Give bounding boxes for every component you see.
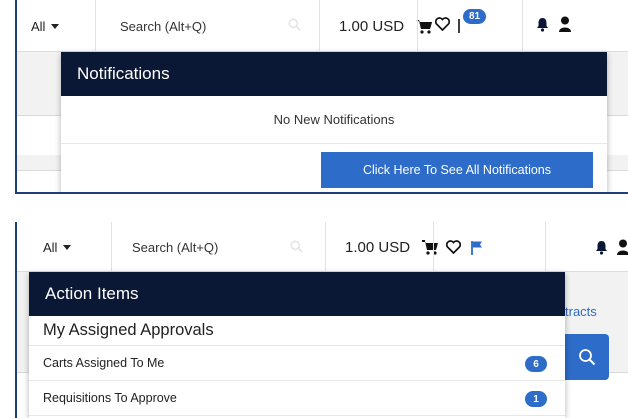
see-all-notifications-button[interactable]: Click Here To See All Notifications [321,152,593,188]
search-button[interactable] [565,334,609,380]
action-items-dropdown: Action Items My Assigned Approvals Carts… [29,272,565,418]
divider [433,222,434,272]
search-scope-label: All [43,239,58,255]
notifications-title: Notifications [61,52,607,96]
divider [319,0,320,52]
cart-icon [416,19,433,34]
search-icon [288,18,301,31]
divider [417,0,418,52]
search-scope-select[interactable]: All [31,0,60,52]
caret-down-icon [51,23,60,29]
action-item-carts-assigned[interactable]: Carts Assigned To Me 6 [29,346,565,381]
action-item-count-badge: 1 [525,391,547,407]
heart-icon[interactable] [435,17,450,31]
notifications-screenshot: All Search (Alt+Q) 1.00 USD 81 Notificat… [15,0,628,194]
cart-button[interactable]: 1.00 USD [345,222,439,272]
action-items-title: Action Items [29,272,565,316]
heart-icon[interactable] [446,240,461,254]
bell-icon[interactable] [595,240,608,255]
search-icon [290,240,303,253]
bell-icon[interactable] [536,17,549,32]
action-item-requisitions-to-approve[interactable]: Requisitions To Approve 1 [29,381,565,416]
action-item-count-badge: 6 [525,356,547,372]
notifications-dropdown: Notifications No New Notifications Click… [61,52,607,192]
user-icon[interactable] [617,239,628,255]
search-placeholder: Search (Alt+Q) [132,239,219,255]
cart-total: 1.00 USD [345,238,411,256]
divider [325,222,326,272]
divider [522,0,523,52]
search-input[interactable]: Search (Alt+Q) [95,0,320,52]
divider [545,222,546,272]
action-item-label: Requisitions To Approve [43,391,177,405]
top-header: All Search (Alt+Q) 1.00 USD [17,0,628,52]
cart-icon [422,239,439,255]
action-count-badge: 81 [463,9,487,24]
cart-total: 1.00 USD [339,17,405,35]
action-item-label: Carts Assigned To Me [43,356,165,370]
search-scope-select[interactable]: All [43,222,72,272]
assigned-approvals-heading: My Assigned Approvals [29,316,565,346]
search-input[interactable]: Search (Alt+Q) [111,222,326,272]
search-icon [579,349,596,366]
cart-button[interactable]: 1.00 USD [339,0,433,52]
empty-notifications-message: No New Notifications [61,96,607,144]
action-items-screenshot: All Search (Alt+Q) 1.00 USD tracts Actio… [15,222,628,418]
search-scope-label: All [31,18,46,34]
search-placeholder: Search (Alt+Q) [120,18,207,34]
top-header: All Search (Alt+Q) 1.00 USD [17,222,628,272]
user-icon[interactable] [559,16,571,32]
flag-icon[interactable] [471,240,483,255]
contracts-link[interactable]: tracts [565,304,597,319]
caret-down-icon [63,244,72,250]
